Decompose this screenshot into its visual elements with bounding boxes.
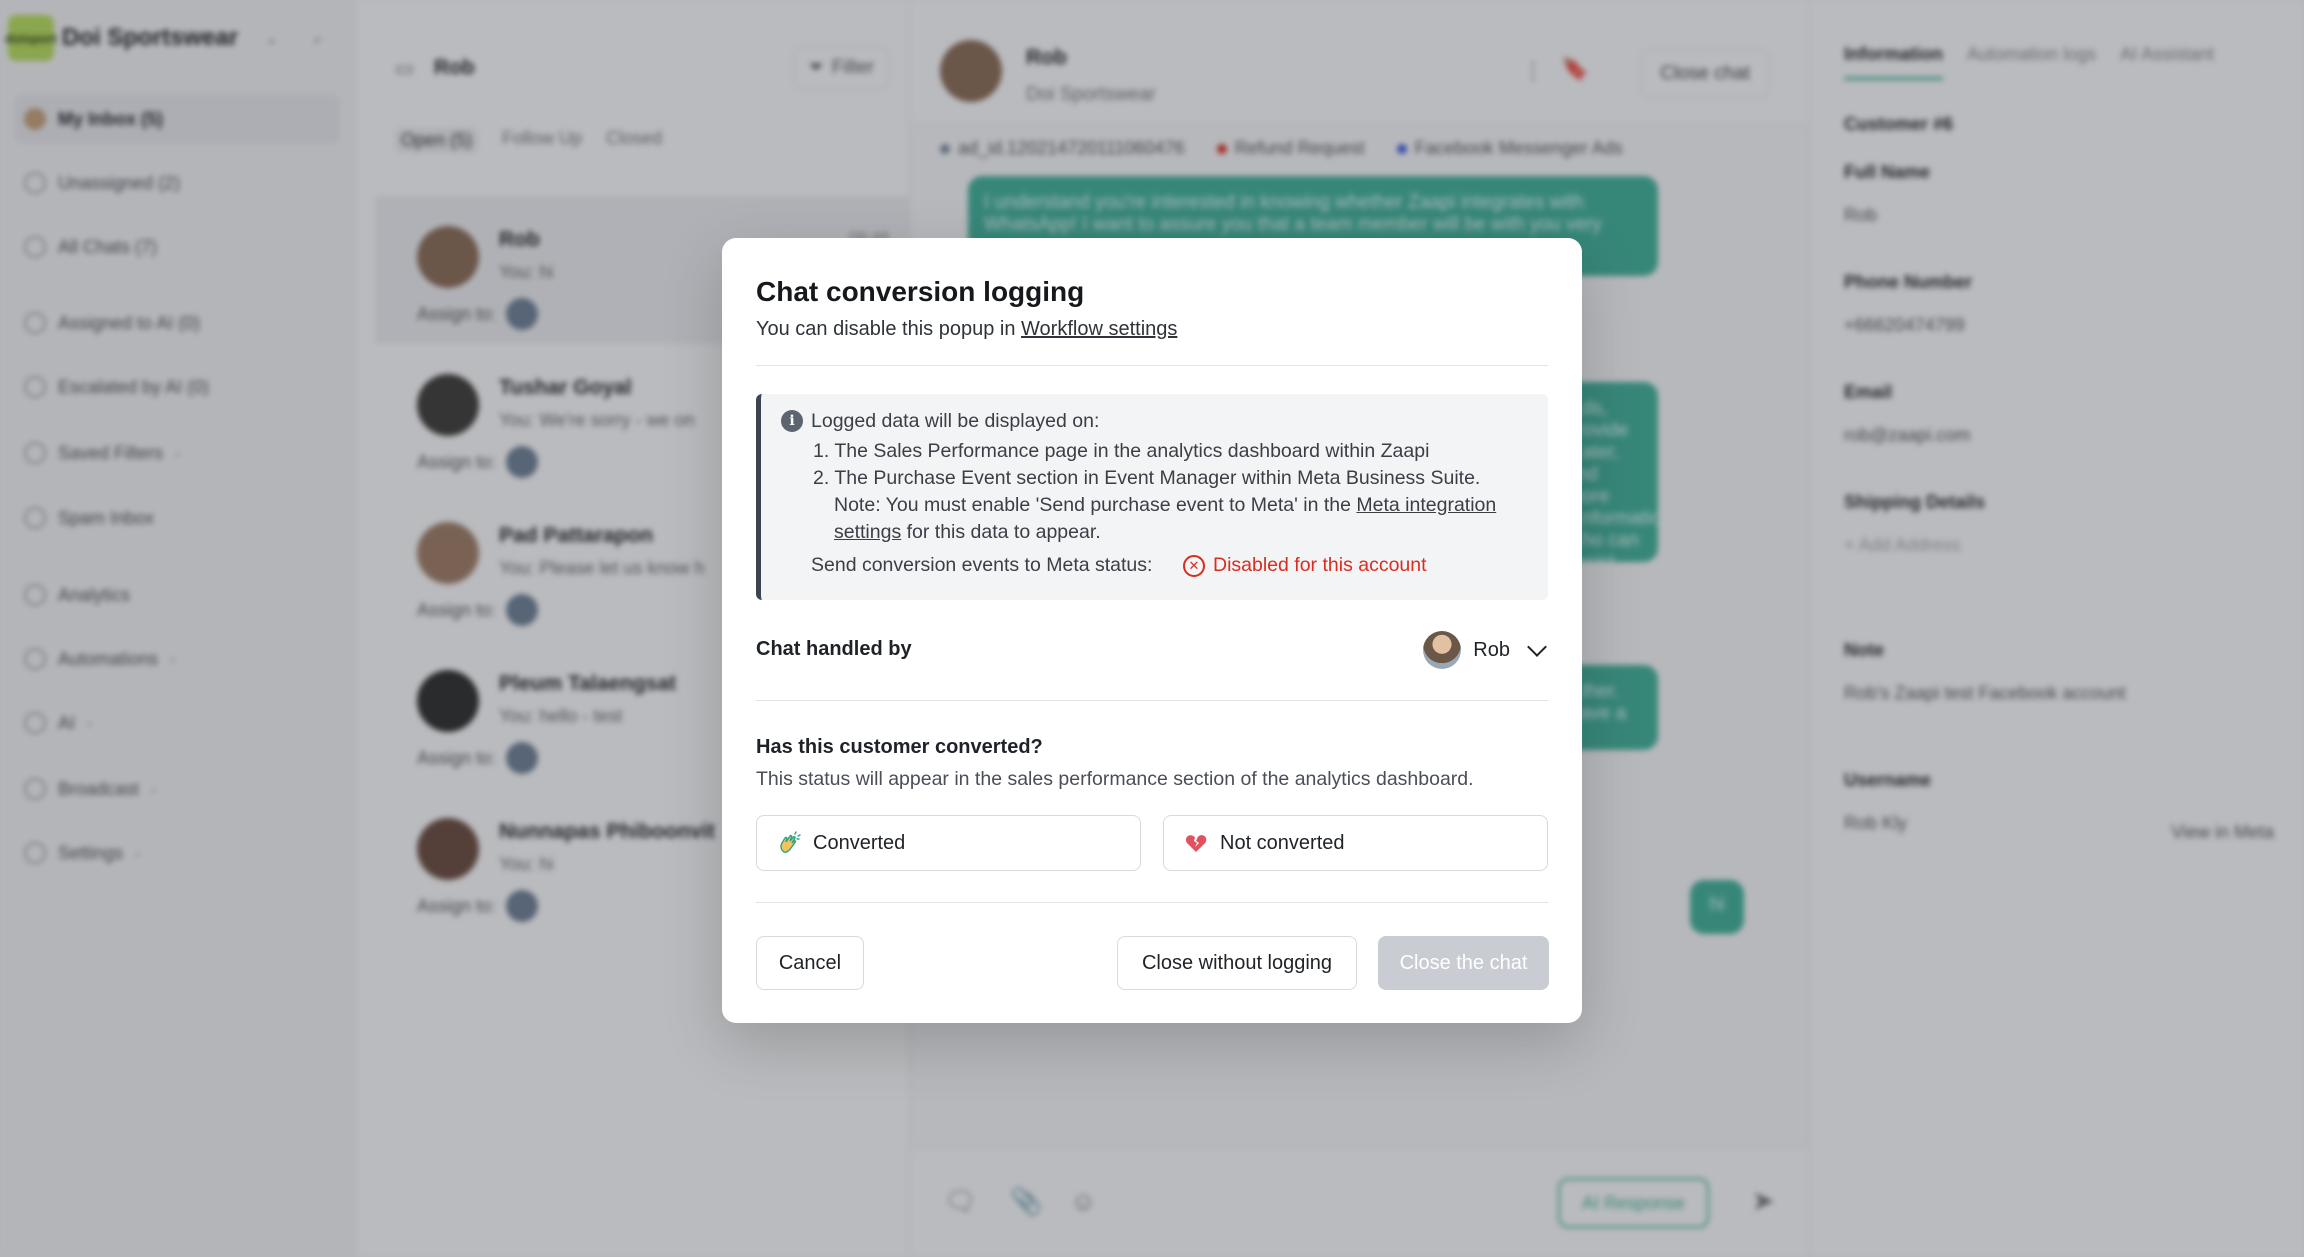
converted-question: Has this customer converted? — [756, 736, 1043, 758]
info-note: Note: You must enable 'Send purchase eve… — [834, 494, 1496, 517]
info-note-text: Note: You must enable 'Send purchase eve… — [834, 494, 1351, 516]
meta-status-text: Disabled for this account — [1213, 554, 1427, 576]
divider — [756, 902, 1548, 903]
info-note-cont: settings for this data to appear. — [834, 521, 1101, 544]
meta-integration-settings-link[interactable]: Meta integration — [1356, 494, 1496, 516]
modal-subtitle: You can disable this popup in Workflow s… — [756, 318, 1177, 341]
close-without-logging-button[interactable]: Close without logging — [1117, 936, 1357, 990]
agent-select-dropdown[interactable]: Rob — [1423, 630, 1550, 670]
workflow-settings-link[interactable]: Workflow settings — [1021, 318, 1177, 340]
modal-title: Chat conversion logging — [756, 276, 1085, 307]
info-icon: i — [781, 410, 803, 432]
chat-conversion-modal: Chat conversion logging You can disable … — [722, 238, 1582, 1023]
info-item-1: 1. The Sales Performance page in the ana… — [813, 440, 1430, 462]
info-item-2: 2. The Purchase Event section in Event M… — [813, 467, 1481, 489]
subtitle-text: You can disable this popup in — [756, 318, 1016, 340]
meta-integration-settings-link-2[interactable]: settings — [834, 521, 901, 543]
clapping-hands-icon — [777, 831, 801, 855]
info-box: i Logged data will be displayed on: 1. T… — [756, 394, 1548, 600]
divider — [756, 700, 1548, 701]
close-the-chat-button[interactable]: Close the chat — [1378, 936, 1549, 990]
info-note-suffix: for this data to appear. — [906, 521, 1101, 543]
converted-button[interactable]: Converted — [756, 815, 1141, 871]
cancel-button[interactable]: Cancel — [756, 936, 864, 990]
chevron-down-icon — [1527, 637, 1547, 657]
converted-label: Converted — [813, 831, 906, 854]
not-converted-label: Not converted — [1220, 831, 1345, 854]
not-converted-button[interactable]: Not converted — [1163, 815, 1548, 871]
meta-status-label: Send conversion events to Meta status: — [811, 554, 1153, 576]
chat-handled-by-label: Chat handled by — [756, 638, 912, 660]
avatar — [1423, 631, 1462, 669]
divider — [756, 365, 1548, 366]
converted-note: This status will appear in the sales per… — [756, 768, 1474, 790]
broken-heart-icon — [1184, 831, 1208, 855]
info-heading: Logged data will be displayed on: — [811, 410, 1100, 432]
x-circle-icon: ✕ — [1183, 554, 1205, 577]
agent-name: Rob — [1473, 638, 1510, 661]
meta-status-value: ✕ Disabled for this account — [1183, 554, 1427, 577]
